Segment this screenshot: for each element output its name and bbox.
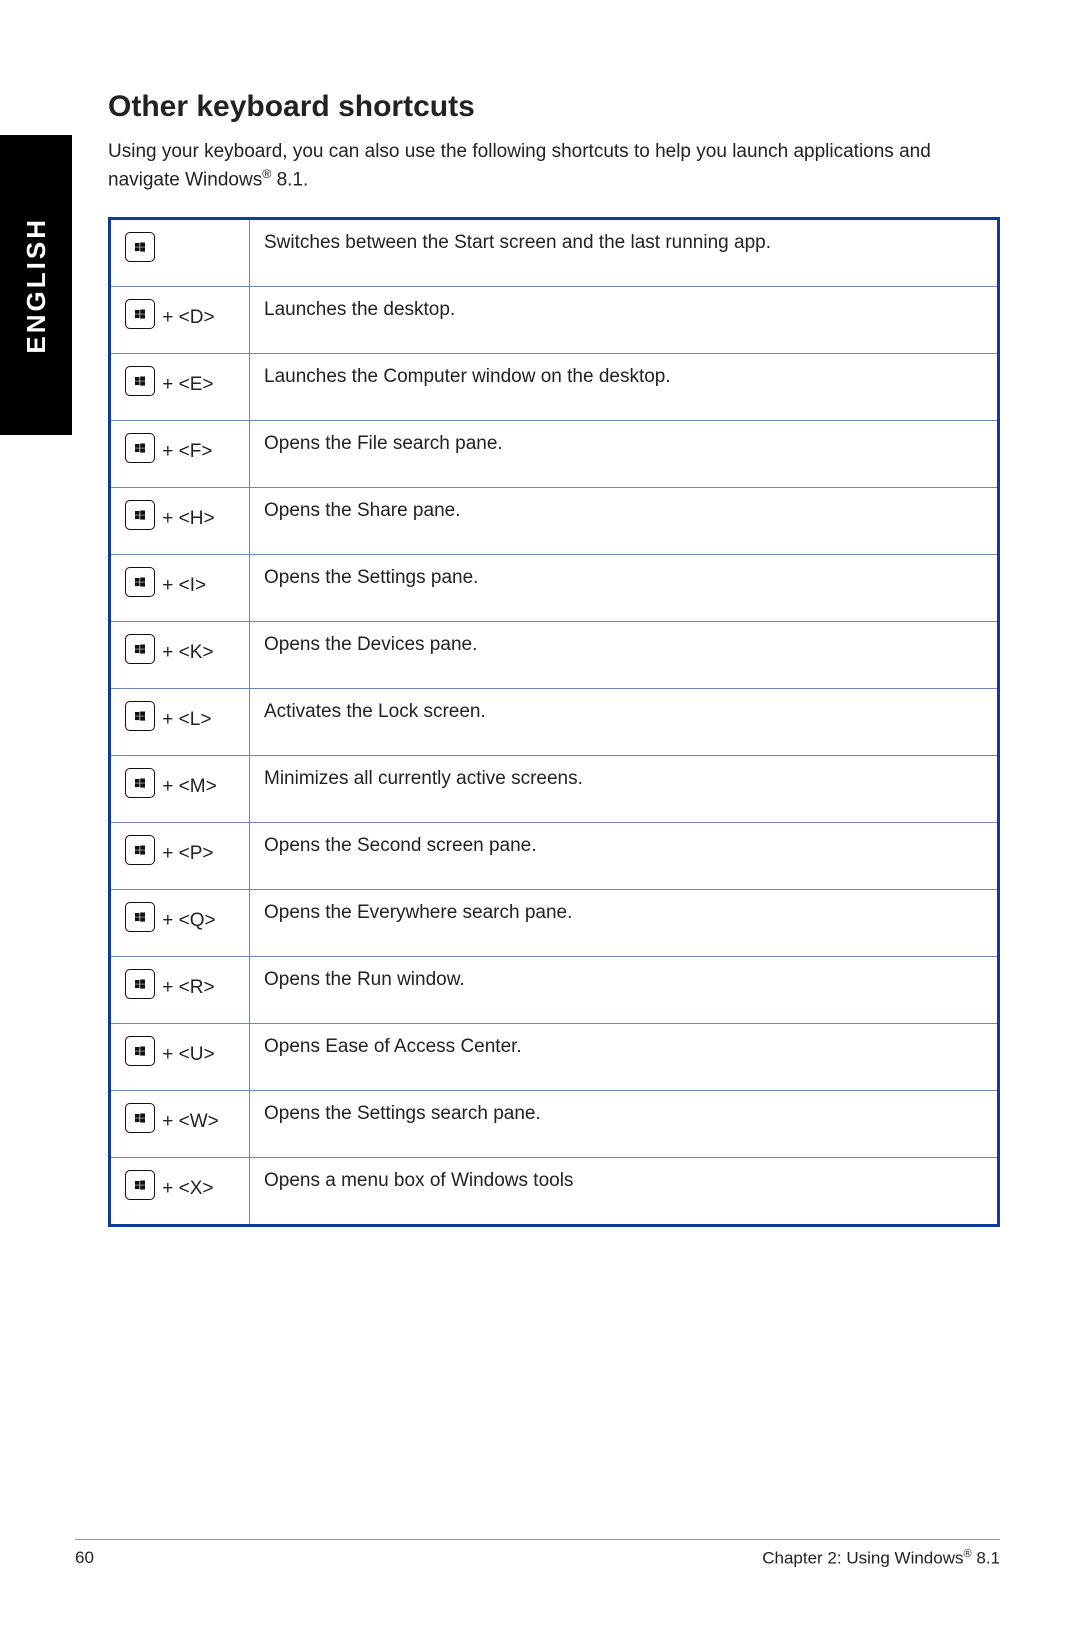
intro-paragraph: Using your keyboard, you can also use th… xyxy=(108,138,1000,193)
shortcut-key-suffix: + <I> xyxy=(157,575,206,596)
shortcut-description: Switches between the Start screen and th… xyxy=(250,219,999,287)
windows-key-icon xyxy=(125,500,155,530)
table-row: + <K> Opens the Devices pane. xyxy=(110,622,999,689)
shortcut-key-cell: + <X> xyxy=(110,1158,250,1226)
windows-key-icon xyxy=(125,299,155,329)
shortcut-key-cell: + <H> xyxy=(110,488,250,555)
shortcut-key-suffix: + <Q> xyxy=(157,910,216,931)
windows-key-icon xyxy=(125,768,155,798)
shortcut-key-suffix: + <X> xyxy=(157,1178,214,1199)
shortcut-description: Opens the Settings pane. xyxy=(250,555,999,622)
shortcut-key-cell: + <M> xyxy=(110,756,250,823)
windows-key-icon xyxy=(125,433,155,463)
shortcut-key-suffix: + <W> xyxy=(157,1111,219,1132)
table-row: + <L> Activates the Lock screen. xyxy=(110,689,999,756)
shortcut-description: Activates the Lock screen. xyxy=(250,689,999,756)
shortcut-key-suffix: + <P> xyxy=(157,843,214,864)
table-row: + <U> Opens Ease of Access Center. xyxy=(110,1024,999,1091)
table-row: + <I> Opens the Settings pane. xyxy=(110,555,999,622)
shortcut-key-suffix: + <F> xyxy=(157,441,212,462)
shortcut-key-suffix: + <H> xyxy=(157,508,215,529)
table-row: + <H> Opens the Share pane. xyxy=(110,488,999,555)
registered-mark: ® xyxy=(964,1548,972,1560)
windows-key-icon xyxy=(125,1103,155,1133)
shortcut-description: Launches the Computer window on the desk… xyxy=(250,354,999,421)
shortcut-key-cell: + <E> xyxy=(110,354,250,421)
shortcuts-table: Switches between the Start screen and th… xyxy=(108,217,1000,1227)
windows-key-icon xyxy=(125,1170,155,1200)
shortcut-key-suffix: + <R> xyxy=(157,977,215,998)
shortcut-description: Opens Ease of Access Center. xyxy=(250,1024,999,1091)
shortcut-description: Opens the Share pane. xyxy=(250,488,999,555)
windows-key-icon xyxy=(125,902,155,932)
shortcut-description: Opens the Everywhere search pane. xyxy=(250,890,999,957)
registered-mark: ® xyxy=(262,167,271,181)
page-heading: Other keyboard shortcuts xyxy=(108,90,1000,124)
language-tab-label: ENGLISH xyxy=(21,217,52,354)
table-row: + <R> Opens the Run window. xyxy=(110,957,999,1024)
windows-key-icon xyxy=(125,969,155,999)
chapter-label: Chapter 2: Using Windows® 8.1 xyxy=(762,1548,1000,1569)
table-row: + <W> Opens the Settings search pane. xyxy=(110,1091,999,1158)
table-row: + <P> Opens the Second screen pane. xyxy=(110,823,999,890)
shortcut-description: Minimizes all currently active screens. xyxy=(250,756,999,823)
windows-key-icon xyxy=(125,1036,155,1066)
shortcut-key-suffix: + <U> xyxy=(157,1044,215,1065)
page-number: 60 xyxy=(75,1548,94,1569)
shortcut-key-suffix: + <L> xyxy=(157,709,211,730)
table-row: + <Q> Opens the Everywhere search pane. xyxy=(110,890,999,957)
shortcut-description: Opens the File search pane. xyxy=(250,421,999,488)
table-row: Switches between the Start screen and th… xyxy=(110,219,999,287)
windows-key-icon xyxy=(125,701,155,731)
windows-key-icon xyxy=(125,567,155,597)
table-row: + <E> Launches the Computer window on the… xyxy=(110,354,999,421)
shortcut-key-cell: + <L> xyxy=(110,689,250,756)
windows-key-icon xyxy=(125,634,155,664)
shortcut-key-suffix: + <E> xyxy=(157,374,214,395)
shortcut-key-cell: + <U> xyxy=(110,1024,250,1091)
shortcut-key-cell: + <R> xyxy=(110,957,250,1024)
shortcut-key-cell: + <D> xyxy=(110,287,250,354)
shortcut-key-suffix: + <D> xyxy=(157,307,215,328)
shortcut-description: Opens the Settings search pane. xyxy=(250,1091,999,1158)
shortcut-key-suffix: + <K> xyxy=(157,642,214,663)
shortcut-key-suffix: + <M> xyxy=(157,776,217,797)
shortcut-description: Opens the Devices pane. xyxy=(250,622,999,689)
windows-key-icon xyxy=(125,232,155,262)
intro-text-post: 8.1. xyxy=(271,169,308,190)
shortcut-description: Opens the Run window. xyxy=(250,957,999,1024)
shortcut-key-cell xyxy=(110,219,250,287)
chapter-text-pre: Chapter 2: Using Windows xyxy=(762,1549,963,1568)
table-row: + <M> Minimizes all currently active scre… xyxy=(110,756,999,823)
shortcut-description: Opens the Second screen pane. xyxy=(250,823,999,890)
shortcut-key-cell: + <P> xyxy=(110,823,250,890)
shortcut-key-cell: + <W> xyxy=(110,1091,250,1158)
windows-key-icon xyxy=(125,366,155,396)
shortcut-key-cell: + <Q> xyxy=(110,890,250,957)
shortcut-key-cell: + <K> xyxy=(110,622,250,689)
shortcut-description: Opens a menu box of Windows tools xyxy=(250,1158,999,1226)
table-row: + <F> Opens the File search pane. xyxy=(110,421,999,488)
intro-text-pre: Using your keyboard, you can also use th… xyxy=(108,141,931,190)
shortcut-key-cell: + <I> xyxy=(110,555,250,622)
chapter-text-post: 8.1 xyxy=(972,1549,1000,1568)
page-content: Other keyboard shortcuts Using your keyb… xyxy=(108,90,1000,1227)
language-tab: ENGLISH xyxy=(0,135,72,435)
shortcut-description: Launches the desktop. xyxy=(250,287,999,354)
page-footer: 60 Chapter 2: Using Windows® 8.1 xyxy=(75,1539,1000,1569)
table-row: + <D> Launches the desktop. xyxy=(110,287,999,354)
windows-key-icon xyxy=(125,835,155,865)
shortcut-key-cell: + <F> xyxy=(110,421,250,488)
table-row: + <X> Opens a menu box of Windows tools xyxy=(110,1158,999,1226)
